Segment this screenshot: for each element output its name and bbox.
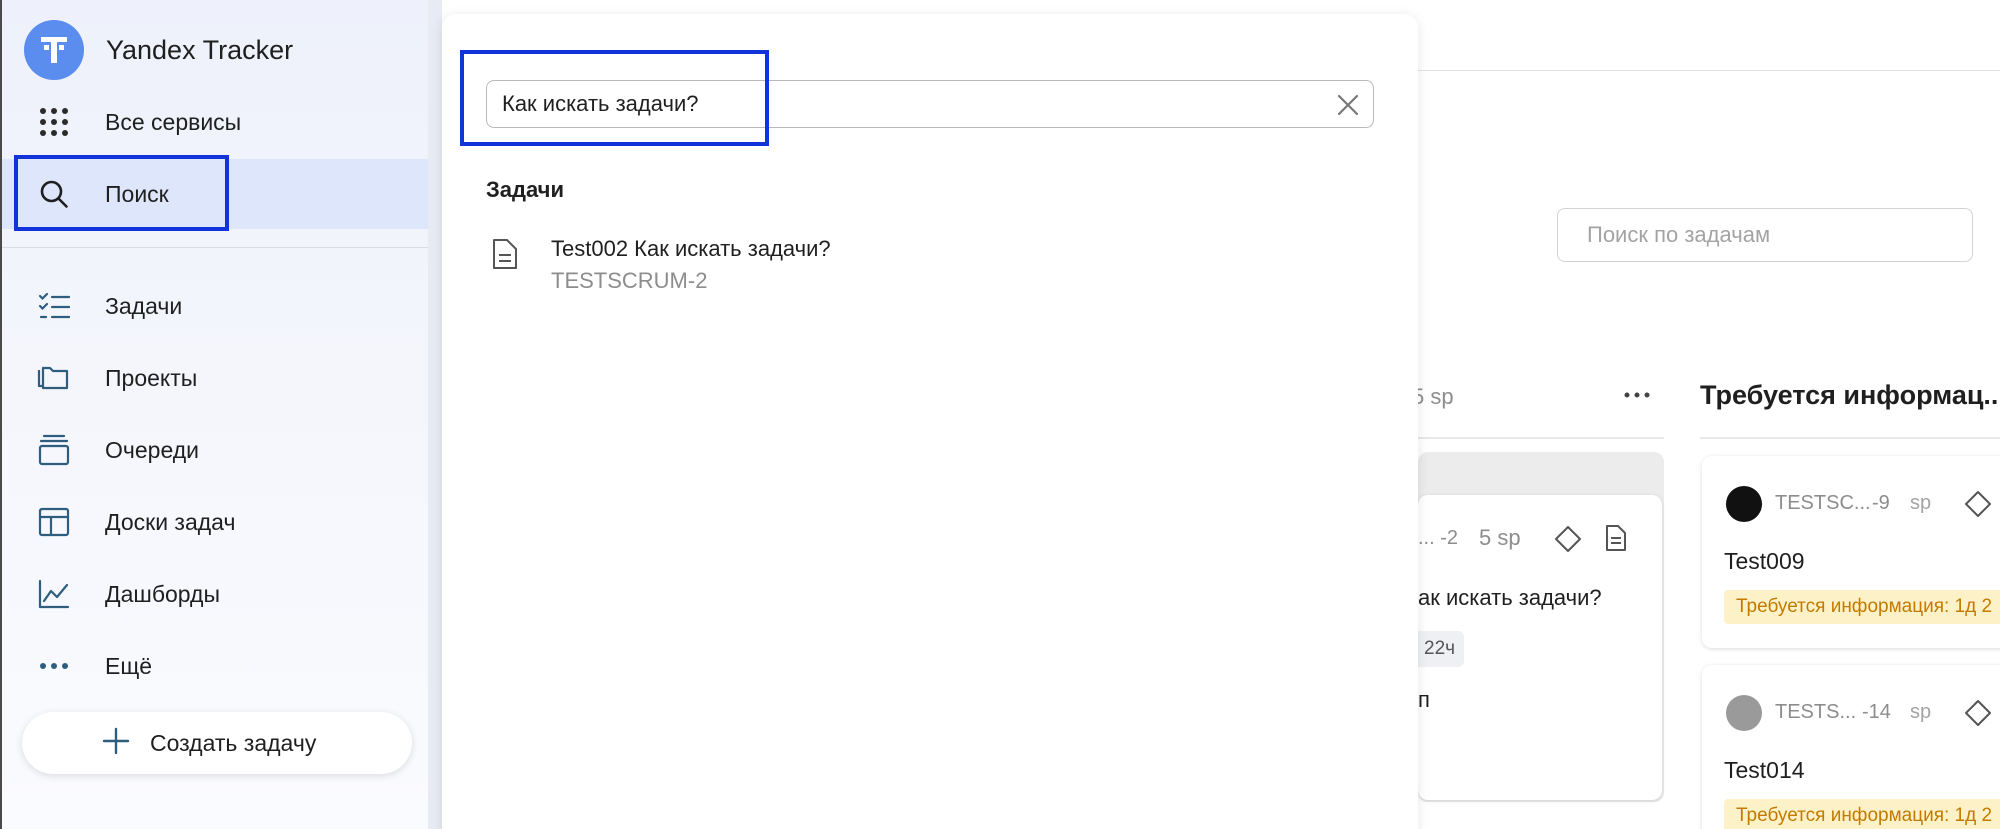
sidebar-item-boards[interactable]: Доски задач xyxy=(2,487,428,557)
plus-icon xyxy=(102,727,130,760)
queues-icon xyxy=(36,432,72,468)
card-story-points: 5 sp xyxy=(1479,525,1521,550)
sidebar-item-queues[interactable]: Очереди xyxy=(2,415,428,485)
task-card[interactable]: TESTSC... -9 sp Test009 Требуется информ… xyxy=(1702,456,2000,648)
sidebar: Yandex Tracker Все сервисы Поиск Задачи … xyxy=(0,0,428,829)
tasks-icon xyxy=(36,288,72,324)
status-badge: Требуется информация: 1д 2 xyxy=(1724,799,2000,829)
card-number: -9 xyxy=(1872,492,1890,514)
search-panel: Задачи Test002 Как искать задачи? TESTSC… xyxy=(442,14,1418,829)
card-key: ... -2 xyxy=(1418,527,1459,549)
search-icon xyxy=(36,176,72,212)
sidebar-item-label: Все сервисы xyxy=(105,108,242,135)
sidebar-item-more[interactable]: Ещё xyxy=(2,631,428,701)
card-extra: п xyxy=(1418,687,1430,712)
overlay-shade xyxy=(428,0,442,829)
card-key: TESTSC... xyxy=(1775,492,1871,514)
diamond-icon xyxy=(1964,699,1992,732)
create-task-label: Создать задачу xyxy=(150,729,317,756)
sidebar-item-label: Очереди xyxy=(105,436,200,463)
document-icon xyxy=(1605,524,1627,557)
result-title: Test002 Как искать задачи? xyxy=(551,236,831,261)
sidebar-item-tasks[interactable]: Задачи xyxy=(2,271,428,341)
tracker-logo-icon xyxy=(24,20,84,80)
task-card[interactable]: ... -2 5 sp ак искать задачи? 22ч п xyxy=(1418,495,1662,800)
sidebar-item-all-services[interactable]: Все сервисы xyxy=(2,87,428,157)
card-story-points: sp xyxy=(1910,492,1932,514)
close-icon[interactable] xyxy=(1335,92,1361,118)
sidebar-item-projects[interactable]: Проекты xyxy=(2,343,428,413)
diamond-icon xyxy=(1964,490,1992,523)
grid-icon xyxy=(36,104,72,140)
column-title: Требуется информац... xyxy=(1700,380,2000,410)
card-title: ак искать задачи? xyxy=(1418,585,1602,610)
card-story-points: sp xyxy=(1910,701,1932,723)
board-search-input[interactable]: Поиск по задачам xyxy=(1557,208,1973,262)
brand-name: Yandex Tracker xyxy=(106,34,294,65)
status-badge: Требуется информация: 1д 2 xyxy=(1724,590,2000,624)
sidebar-item-search[interactable]: Поиск xyxy=(2,159,428,229)
board-icon xyxy=(36,504,72,540)
card-time-badge: 22ч xyxy=(1418,631,1464,667)
sidebar-item-label: Доски задач xyxy=(105,508,236,535)
column-more-icon[interactable] xyxy=(1624,378,1650,404)
folders-icon xyxy=(36,360,72,396)
column-sp-total: 5 sp xyxy=(1412,384,1454,409)
column-header-divider xyxy=(1700,437,2000,439)
card-title: Test009 xyxy=(1724,548,1805,574)
sidebar-divider xyxy=(2,247,428,248)
sidebar-item-label: Поиск xyxy=(105,180,169,207)
sidebar-item-label: Дашборды xyxy=(105,580,220,607)
results-heading: Задачи xyxy=(486,177,564,202)
more-icon xyxy=(36,648,72,684)
search-field[interactable] xyxy=(486,80,1374,128)
avatar xyxy=(1726,695,1762,731)
board-search-placeholder: Поиск по задачам xyxy=(1587,222,1771,247)
avatar xyxy=(1726,486,1762,522)
card-key: TESTS... xyxy=(1775,701,1857,723)
document-icon xyxy=(492,238,518,275)
card-title: Test014 xyxy=(1724,757,1805,783)
result-key: TESTSCRUM-2 xyxy=(551,268,708,293)
brand[interactable]: Yandex Tracker xyxy=(24,20,293,80)
sidebar-item-label: Ещё xyxy=(105,652,153,679)
sidebar-item-label: Проекты xyxy=(105,364,198,391)
column-header-divider xyxy=(1418,437,1664,439)
sidebar-item-dashboards[interactable]: Дашборды xyxy=(2,559,428,629)
create-task-button[interactable]: Создать задачу xyxy=(22,712,412,774)
card-number: -14 xyxy=(1862,701,1891,723)
task-card[interactable]: TESTS... -14 sp Test014 Требуется информ… xyxy=(1702,665,2000,829)
search-input[interactable] xyxy=(502,81,1322,127)
chart-icon xyxy=(36,576,72,612)
sidebar-item-label: Задачи xyxy=(105,292,183,319)
diamond-icon xyxy=(1554,525,1582,558)
search-result-item[interactable]: Test002 Как искать задачи? TESTSCRUM-2 xyxy=(486,236,1366,318)
